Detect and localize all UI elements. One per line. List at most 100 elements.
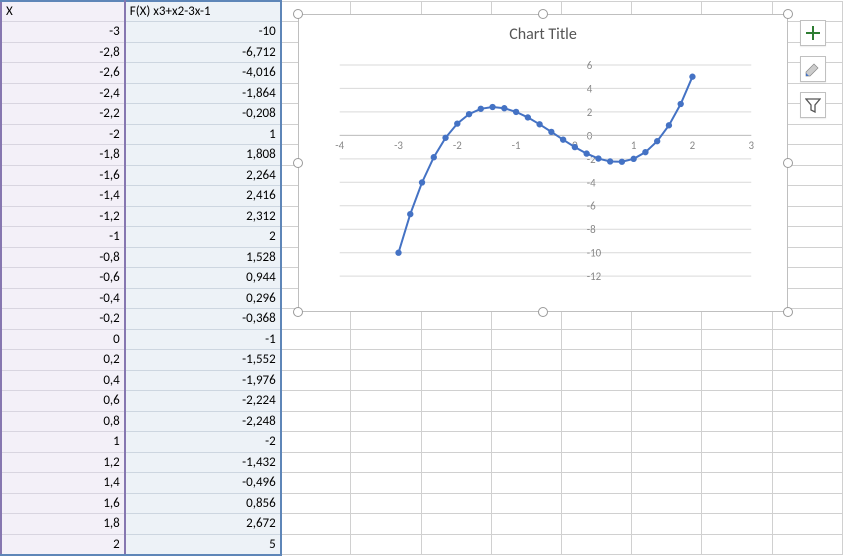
chart-data-point[interactable]: [572, 144, 578, 150]
cell-fx[interactable]: 1,808: [125, 145, 281, 166]
cell-fx[interactable]: -4,016: [125, 63, 281, 84]
empty-cell[interactable]: [772, 534, 842, 555]
cell-x[interactable]: -2,8: [1, 42, 125, 63]
empty-cell[interactable]: [632, 534, 702, 555]
empty-cell[interactable]: [351, 514, 421, 535]
chart-data-point[interactable]: [630, 156, 636, 162]
empty-cell[interactable]: [281, 452, 351, 473]
cell-fx[interactable]: 0,856: [125, 493, 281, 514]
cell-fx[interactable]: -0,496: [125, 473, 281, 494]
chart-data-point[interactable]: [678, 101, 684, 107]
empty-cell[interactable]: [632, 493, 702, 514]
cell-x[interactable]: 0,8: [1, 411, 125, 432]
empty-cell[interactable]: [351, 473, 421, 494]
empty-cell[interactable]: [702, 329, 772, 350]
empty-cell[interactable]: [702, 411, 772, 432]
empty-cell[interactable]: [562, 534, 632, 555]
empty-cell[interactable]: [702, 452, 772, 473]
chart-data-point[interactable]: [595, 155, 601, 161]
column-header-fx[interactable]: F(X) x3+x2-3x-1: [125, 1, 281, 22]
chart-data-point[interactable]: [548, 129, 554, 135]
cell-fx[interactable]: 0,296: [125, 288, 281, 309]
empty-cell[interactable]: [632, 350, 702, 371]
empty-cell[interactable]: [421, 350, 491, 371]
empty-cell[interactable]: [632, 473, 702, 494]
empty-cell[interactable]: [421, 432, 491, 453]
empty-cell[interactable]: [632, 432, 702, 453]
empty-cell[interactable]: [702, 534, 772, 555]
resize-handle[interactable]: [293, 9, 303, 19]
empty-cell[interactable]: [491, 329, 561, 350]
empty-cell[interactable]: [772, 411, 842, 432]
cell-x[interactable]: -1,4: [1, 186, 125, 207]
cell-x[interactable]: 1,4: [1, 473, 125, 494]
cell-fx[interactable]: -1: [125, 329, 281, 350]
empty-cell[interactable]: [632, 514, 702, 535]
cell-x[interactable]: 2: [1, 534, 125, 555]
cell-x[interactable]: -0,2: [1, 309, 125, 330]
resize-handle[interactable]: [783, 307, 793, 317]
cell-x[interactable]: 0,4: [1, 370, 125, 391]
empty-cell[interactable]: [772, 391, 842, 412]
cell-x[interactable]: 1,8: [1, 514, 125, 535]
empty-cell[interactable]: [421, 473, 491, 494]
empty-cell[interactable]: [421, 411, 491, 432]
chart-data-point[interactable]: [642, 149, 648, 155]
chart-series-line[interactable]: [399, 77, 693, 253]
empty-cell[interactable]: [562, 493, 632, 514]
empty-cell[interactable]: [562, 473, 632, 494]
empty-cell[interactable]: [421, 514, 491, 535]
empty-cell[interactable]: [351, 432, 421, 453]
chart-styles-button[interactable]: [800, 56, 826, 82]
cell-fx[interactable]: -0,368: [125, 309, 281, 330]
chart-data-point[interactable]: [583, 150, 589, 156]
chart-data-point[interactable]: [478, 106, 484, 112]
empty-cell[interactable]: [562, 329, 632, 350]
empty-cell[interactable]: [421, 534, 491, 555]
empty-cell[interactable]: [562, 411, 632, 432]
cell-fx[interactable]: -1,864: [125, 83, 281, 104]
cell-fx[interactable]: 0,944: [125, 268, 281, 289]
resize-handle[interactable]: [538, 307, 548, 317]
cell-fx[interactable]: -1,432: [125, 452, 281, 473]
chart-data-point[interactable]: [466, 111, 472, 117]
empty-cell[interactable]: [562, 514, 632, 535]
empty-cell[interactable]: [562, 350, 632, 371]
chart-data-point[interactable]: [689, 74, 695, 80]
chart-data-point[interactable]: [654, 138, 660, 144]
empty-cell[interactable]: [702, 370, 772, 391]
empty-cell[interactable]: [562, 370, 632, 391]
empty-cell[interactable]: [351, 391, 421, 412]
empty-cell[interactable]: [702, 514, 772, 535]
empty-cell[interactable]: [351, 329, 421, 350]
empty-cell[interactable]: [421, 370, 491, 391]
empty-cell[interactable]: [421, 452, 491, 473]
empty-cell[interactable]: [562, 452, 632, 473]
chart-data-point[interactable]: [419, 179, 425, 185]
empty-cell[interactable]: [632, 370, 702, 391]
empty-cell[interactable]: [562, 391, 632, 412]
cell-x[interactable]: 1,2: [1, 452, 125, 473]
empty-cell[interactable]: [562, 432, 632, 453]
empty-cell[interactable]: [772, 370, 842, 391]
resize-handle[interactable]: [293, 307, 303, 317]
cell-fx[interactable]: 2: [125, 227, 281, 248]
cell-fx[interactable]: -6,712: [125, 42, 281, 63]
chart-data-point[interactable]: [536, 121, 542, 127]
cell-fx[interactable]: -2: [125, 432, 281, 453]
empty-cell[interactable]: [281, 534, 351, 555]
cell-fx[interactable]: 2,264: [125, 165, 281, 186]
empty-cell[interactable]: [772, 452, 842, 473]
empty-cell[interactable]: [772, 493, 842, 514]
cell-fx[interactable]: 1,528: [125, 247, 281, 268]
empty-cell[interactable]: [702, 473, 772, 494]
empty-cell[interactable]: [351, 493, 421, 514]
chart-elements-button[interactable]: [800, 20, 826, 46]
empty-cell[interactable]: [281, 329, 351, 350]
cell-x[interactable]: -0,4: [1, 288, 125, 309]
resize-handle[interactable]: [783, 9, 793, 19]
empty-cell[interactable]: [772, 329, 842, 350]
resize-handle[interactable]: [538, 9, 548, 19]
cell-x[interactable]: 1,6: [1, 493, 125, 514]
chart-data-point[interactable]: [619, 159, 625, 165]
